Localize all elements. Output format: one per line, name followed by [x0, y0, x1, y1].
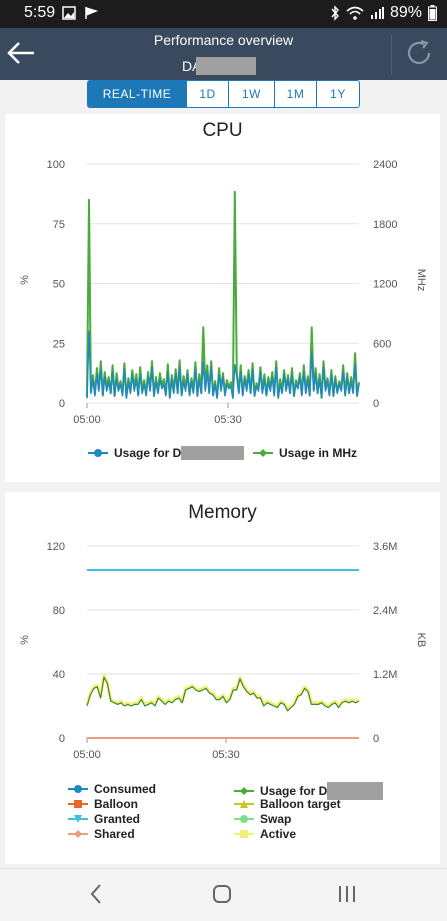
cpu-x-tick: 05:00 — [73, 414, 101, 426]
cpu-right-tick: 0 — [373, 398, 379, 410]
memory-right-tick: 1.2M — [373, 669, 397, 681]
memory-right-tick: 0 — [373, 733, 379, 745]
notification-icons — [62, 6, 98, 20]
memory-legend-active[interactable]: Active — [234, 827, 296, 841]
time-range-tabs: REAL-TIME 1D 1W 1M 1Y — [87, 80, 360, 108]
refresh-icon[interactable] — [404, 38, 434, 68]
tab-real-time[interactable]: REAL-TIME — [88, 81, 186, 107]
legend-marker-icon — [234, 815, 254, 823]
cpu-legend-usage-mhz[interactable]: Usage in MHz — [253, 446, 357, 460]
tab-1d[interactable]: 1D — [186, 81, 228, 107]
cpu-x-tick: 05:30 — [214, 414, 242, 426]
cpu-left-tick: 25 — [53, 338, 65, 350]
legend-marker-icon — [68, 785, 88, 793]
cpu-right-tick: 1800 — [373, 219, 397, 231]
cpu-right-tick: 600 — [373, 338, 391, 350]
battery-icon — [428, 5, 437, 21]
cpu-left-tick: 0 — [59, 398, 65, 410]
tab-1y[interactable]: 1Y — [316, 81, 359, 107]
memory-left-tick: 0 — [59, 733, 65, 745]
cpu-chart: % MHz 100 2400 75 1800 50 1200 25 600 0 0 05:00 05:… — [19, 159, 427, 426]
redacted-block — [196, 57, 256, 75]
memory-x-tick: 05:00 — [73, 749, 101, 761]
memory-legend-balloon[interactable]: Balloon — [68, 797, 138, 811]
cpu-series-usage-in-mhz — [86, 190, 360, 398]
battery-text: 89% — [389, 4, 422, 21]
memory-legend-label: Balloon — [94, 797, 138, 811]
legend-marker-icon — [68, 800, 88, 808]
memory-legend-consumed[interactable]: Consumed — [68, 782, 156, 796]
memory-legend-balloon-target[interactable]: Balloon target — [234, 797, 341, 811]
redacted-block — [181, 446, 245, 460]
memory-chart-card: Memory % KB 120 3.6M 80 2.4M 40 1.2M 0 0 05:00 05… — [5, 492, 440, 864]
cpu-legend-usage-mhz-label: Usage in MHz — [279, 446, 358, 460]
memory-legend-label: Balloon target — [260, 797, 341, 811]
memory-left-tick: 120 — [47, 541, 65, 553]
cpu-left-tick: 100 — [47, 159, 65, 171]
memory-legend-label: Usage for D — [260, 784, 328, 798]
memory-x-tick: 05:30 — [212, 749, 240, 761]
tab-1m[interactable]: 1M — [274, 81, 316, 107]
cpu-right-tick: 1200 — [373, 279, 397, 291]
cpu-right-tick: 2400 — [373, 159, 397, 171]
signal-icon — [370, 7, 384, 19]
memory-legend-label: Swap — [260, 812, 292, 826]
page-title: Performance overview — [153, 32, 294, 48]
memory-left-tick: 80 — [53, 605, 65, 617]
memory-right-tick: 3.6M — [373, 541, 397, 553]
status-time: 5:59 — [24, 4, 56, 21]
legend-marker-icon — [234, 830, 254, 838]
tab-1w[interactable]: 1W — [228, 81, 274, 107]
cpu-legend-usage-percent-label: Usage for D — [114, 446, 182, 460]
cpu-chart-card: CPU % MHz 100 2400 75 1800 50 1200 25 600 0 0 05:0… — [5, 114, 440, 482]
wifi-icon — [346, 6, 364, 20]
legend-marker-icon — [234, 787, 254, 795]
gallery-icon — [62, 6, 76, 20]
status-right: 89% — [330, 4, 437, 22]
memory-left-axis-label: % — [19, 635, 31, 645]
memory-legend-granted[interactable]: Granted — [68, 812, 140, 826]
memory-right-tick: 2.4M — [373, 605, 397, 617]
cpu-left-axis-label: % — [19, 275, 31, 285]
app-header: Performance overview DA — [0, 28, 447, 80]
cpu-right-axis-label: MHz — [415, 269, 427, 292]
system-nav-bar — [0, 868, 447, 921]
memory-left-tick: 40 — [53, 669, 65, 681]
memory-legend-label: Granted — [94, 812, 141, 826]
legend-marker-icon — [234, 800, 254, 808]
memory-legend-shared[interactable]: Shared — [68, 827, 135, 841]
cpu-series-usage-for-d — [86, 330, 360, 399]
memory-right-axis-label: KB — [415, 633, 427, 648]
cpu-left-tick: 50 — [53, 279, 65, 291]
nav-recents-icon[interactable] — [336, 881, 358, 907]
memory-legend-label: Shared — [94, 827, 135, 841]
memory-legend-swap[interactable]: Swap — [234, 812, 291, 826]
status-bar: 5:59 89% — [0, 0, 447, 28]
nav-home-icon[interactable] — [211, 881, 233, 907]
memory-legend-label: Active — [260, 827, 297, 841]
cpu-legend-usage-percent[interactable]: Usage for D — [88, 446, 245, 460]
header-divider — [391, 34, 392, 74]
cpu-left-tick: 75 — [53, 219, 65, 231]
legend-marker-icon — [68, 830, 88, 838]
flag-icon — [85, 7, 98, 19]
memory-legend-label: Consumed — [94, 782, 157, 796]
legend-marker-icon — [68, 815, 88, 823]
nav-back-icon[interactable] — [88, 881, 104, 907]
bluetooth-icon — [331, 5, 339, 21]
